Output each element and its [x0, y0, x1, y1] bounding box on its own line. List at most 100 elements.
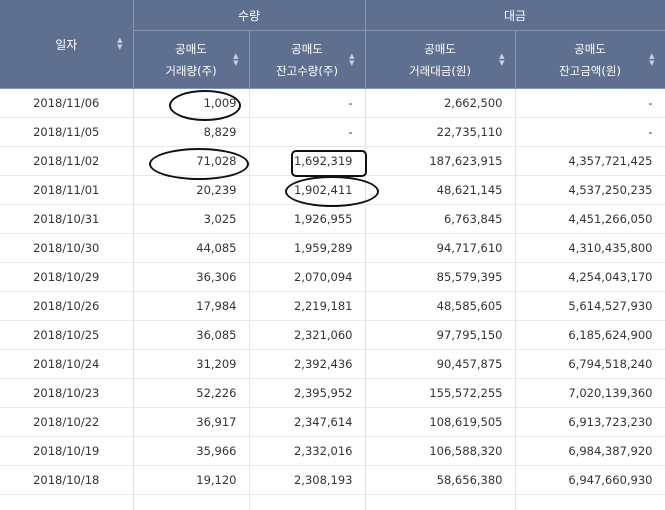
- cell-short-trade-amount: 2,662,500: [365, 88, 516, 118]
- table-row[interactable]: 2018/11/06 1,009-2,662,500-: [0, 88, 665, 121]
- column-header-line1: 공매도: [424, 41, 456, 56]
- cell-date: 2018/10/26: [0, 291, 134, 321]
- cell-date: 2018/11/06: [0, 88, 134, 118]
- cell-short-balance-amount: 5,614,527,930: [515, 291, 665, 321]
- cell-short-trade-amount: 22,735,110: [365, 117, 516, 147]
- table-row[interactable]: 2018/10/19 35,966 2,332,016 106,588,320 6,98…: [0, 436, 665, 466]
- column-header-short-trade-amount[interactable]: 공매도 거래대금(원) ▲ ▼: [365, 30, 516, 89]
- column-header-short-volume[interactable]: 공매도 거래량(주) ▲ ▼: [133, 30, 250, 89]
- cell-short-balance-qty: 1,902,411: [249, 175, 379, 207]
- cell-short-volume: 35,966: [133, 436, 250, 466]
- annotation-rectangle: [290, 150, 367, 177]
- sort-arrows-icon[interactable]: ▲ ▼: [233, 52, 238, 67]
- cell-short-balance-amount: 6,947,660,930: [515, 465, 665, 495]
- table-row[interactable]: 2018/11/05 8,829-22,735,110-: [0, 117, 665, 147]
- table-row[interactable]: [0, 494, 665, 510]
- cell-short-volume: 20,239: [133, 175, 250, 205]
- table-row[interactable]: 2018/10/24 31,209 2,392,436 90,457,875 6,794…: [0, 349, 665, 379]
- table-row[interactable]: 2018/10/30 44,085 1,959,289 94,717,610 4,310…: [0, 233, 665, 263]
- cell-short-trade-amount: 58,656,380: [365, 465, 516, 495]
- cell-date: 2018/11/02: [0, 146, 134, 176]
- cell-short-balance-qty: 2,219,181: [249, 291, 366, 321]
- cell-short-volume: 44,085: [133, 233, 250, 263]
- column-header-date[interactable]: 일자 ▲ ▼: [0, 0, 134, 89]
- cell-short-trade-amount: 97,795,150: [365, 320, 516, 350]
- cell-date: 2018/10/19: [0, 436, 134, 466]
- cell-short-balance-amount: 6,913,723,230: [515, 407, 665, 437]
- column-header-line1: 공매도: [291, 41, 323, 56]
- annotation-ellipse: [168, 90, 241, 121]
- cell-short-balance-amount: 4,310,435,800: [515, 233, 665, 263]
- cell-short-trade-amount: 187,623,915: [365, 146, 516, 176]
- column-header-line2: 잔고수량(주): [276, 63, 338, 78]
- sort-arrows-icon[interactable]: ▲ ▼: [499, 52, 504, 67]
- cell-short-volume: 36,085: [133, 320, 250, 350]
- cell-short-balance-qty: 1,959,289: [249, 233, 366, 263]
- cell-short-balance-qty: [249, 494, 366, 510]
- cell-short-volume: 71,028: [133, 146, 250, 180]
- cell-date: 2018/10/24: [0, 349, 134, 379]
- table-row[interactable]: 2018/10/29 36,306 2,070,094 85,579,395 4,254…: [0, 262, 665, 292]
- cell-short-trade-amount: 94,717,610: [365, 233, 516, 263]
- cell-date: 2018/10/25: [0, 320, 134, 350]
- cell-short-balance-qty: 2,392,436: [249, 349, 366, 379]
- cell-short-balance-amount: 4,254,043,170: [515, 262, 665, 292]
- cell-short-volume: [133, 494, 250, 510]
- cell-date: [0, 494, 134, 510]
- table-row[interactable]: 2018/10/26 17,984 2,219,181 48,585,605 5,614…: [0, 291, 665, 321]
- table-row[interactable]: 2018/10/22 36,917 2,347,614 108,619,505 6,91…: [0, 407, 665, 437]
- column-header-line1: 공매도: [574, 41, 606, 56]
- table-row[interactable]: 2018/10/25 36,085 2,321,060 97,795,150 6,185…: [0, 320, 665, 350]
- annotation-ellipse: [284, 176, 379, 207]
- table-row[interactable]: 2018/11/02 71,028 1,692,319 187,623,915 4,35…: [0, 146, 665, 180]
- column-header-short-balance-qty[interactable]: 공매도 잔고수량(주) ▲ ▼: [249, 30, 366, 89]
- group-header-volume: 수량: [133, 0, 366, 31]
- cell-short-balance-amount: 7,020,139,360: [515, 378, 665, 408]
- column-header-line2: 거래량(주): [165, 63, 217, 78]
- cell-short-balance-qty: 2,321,060: [249, 320, 366, 350]
- cell-short-balance-qty: 2,332,016: [249, 436, 366, 466]
- cell-short-volume: 19,120: [133, 465, 250, 495]
- cell-short-volume: 17,984: [133, 291, 250, 321]
- cell-short-trade-amount: 155,572,255: [365, 378, 516, 408]
- table-row[interactable]: 2018/10/18 19,120 2,308,193 58,656,380 6,947…: [0, 465, 665, 495]
- cell-date: 2018/11/01: [0, 175, 134, 205]
- cell-date: 2018/10/22: [0, 407, 134, 437]
- cell-date: 2018/11/05: [0, 117, 134, 147]
- cell-short-balance-amount: -: [515, 117, 665, 147]
- table-row[interactable]: 2018/10/23 52,226 2,395,952 155,572,255 7,02…: [0, 378, 665, 408]
- column-header-date-label: 일자: [55, 37, 78, 52]
- table-row[interactable]: 2018/10/31 3,025 1,926,955 6,763,845 4,451,2…: [0, 204, 665, 234]
- column-header-line1: 공매도: [175, 41, 207, 56]
- cell-short-volume: 3,025: [133, 204, 250, 234]
- cell-short-balance-qty: 2,070,094: [249, 262, 366, 292]
- cell-short-balance-amount: 4,357,721,425: [515, 146, 665, 176]
- cell-date: 2018/10/29: [0, 262, 134, 292]
- cell-short-balance-amount: 4,537,250,235: [515, 175, 665, 205]
- cell-short-balance-amount: -: [515, 88, 665, 118]
- column-header-short-balance-amount[interactable]: 공매도 잔고금액(원) ▲ ▼: [515, 30, 665, 89]
- sort-arrows-icon[interactable]: ▲ ▼: [117, 37, 122, 51]
- cell-short-balance-amount: 6,984,387,920: [515, 436, 665, 466]
- cell-short-balance-qty: -: [249, 88, 366, 118]
- cell-short-balance-amount: 4,451,266,050: [515, 204, 665, 234]
- sort-arrows-icon[interactable]: ▲ ▼: [649, 52, 654, 67]
- cell-short-trade-amount: 108,619,505: [365, 407, 516, 437]
- cell-date: 2018/10/30: [0, 233, 134, 263]
- cell-short-trade-amount: 90,457,875: [365, 349, 516, 379]
- cell-short-trade-amount: 48,585,605: [365, 291, 516, 321]
- cell-short-trade-amount: 48,621,145: [365, 175, 516, 205]
- cell-short-volume: 36,917: [133, 407, 250, 437]
- cell-short-balance-amount: 6,185,624,900: [515, 320, 665, 350]
- sort-arrows-icon[interactable]: ▲ ▼: [349, 52, 354, 67]
- short-selling-table: 일자 ▲ ▼ 수량 대금 공매도 거래량(주) ▲ ▼ 공매도 잔고수량(주) ▲ ▼…: [0, 0, 665, 510]
- table-body: 2018/11/06 1,009-2,662,500-2018/11/05 8,82…: [0, 88, 665, 510]
- cell-short-balance-qty: 2,347,614: [249, 407, 366, 437]
- column-header-line2: 잔고금액(원): [559, 63, 621, 78]
- cell-short-balance-qty: 2,395,952: [249, 378, 366, 408]
- table-row[interactable]: 2018/11/01 20,239 1,902,411 48,621,145 4,537…: [0, 175, 665, 207]
- column-header-line2: 거래대금(원): [409, 63, 471, 78]
- cell-short-balance-qty: -: [249, 117, 366, 147]
- group-header-amount: 대금: [365, 0, 665, 31]
- cell-short-trade-amount: 106,588,320: [365, 436, 516, 466]
